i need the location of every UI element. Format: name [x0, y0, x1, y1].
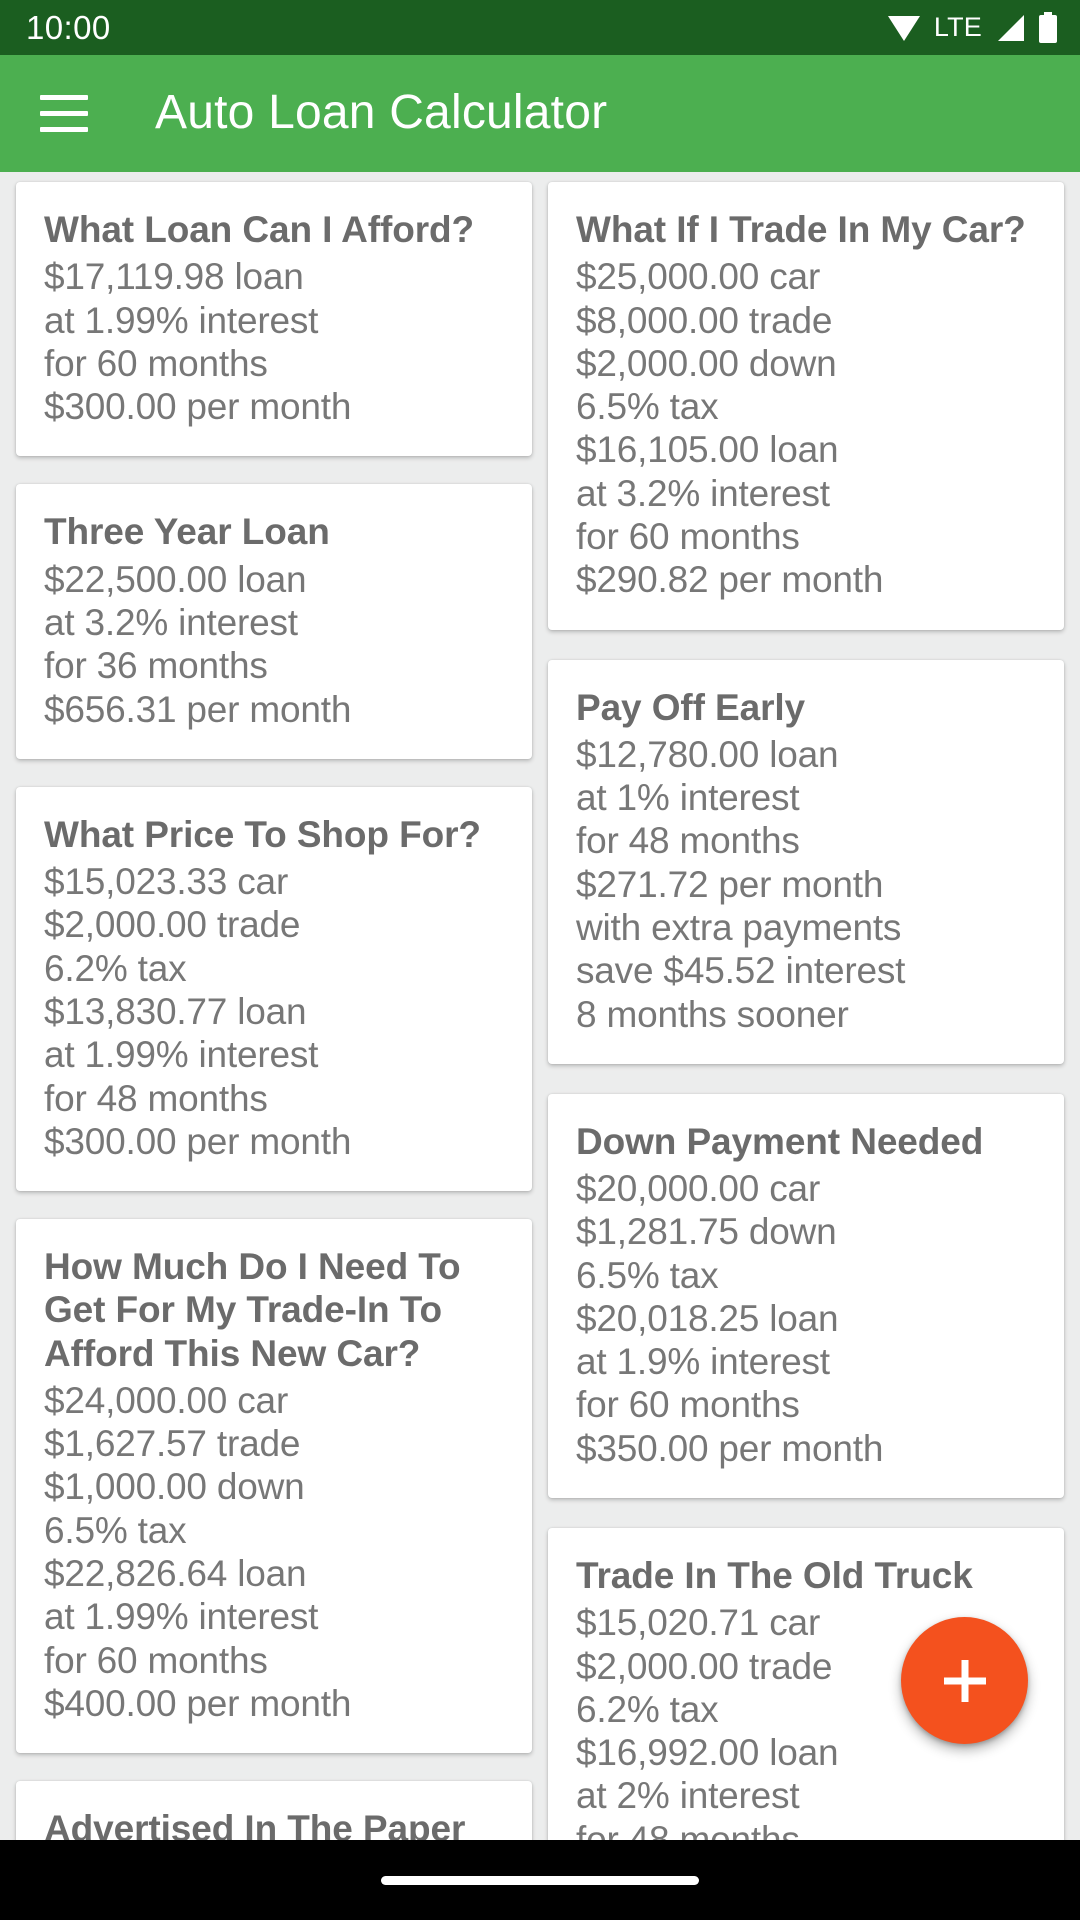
loan-card-line: $350.00 per month	[576, 1427, 884, 1469]
loan-card-title: How Much Do I Need To Get For My Trade-I…	[44, 1246, 461, 1374]
menu-bar-2	[40, 111, 88, 116]
loan-card-line: $1,000.00 down	[44, 1466, 305, 1508]
loan-card-line: $20,000.00 car	[576, 1168, 821, 1210]
loan-card-line: for 60 months	[576, 1384, 800, 1426]
wifi-icon	[886, 13, 922, 43]
loan-card-title: What Loan Can I Afford?	[44, 209, 474, 250]
hamburger-menu-icon[interactable]	[40, 83, 102, 145]
loan-card-title: Three Year Loan	[44, 511, 330, 553]
loan-card-title: Down Payment Needed	[576, 1120, 984, 1162]
loan-card-line: at 3.2% interest	[576, 472, 830, 514]
status-clock: 10:00	[26, 9, 111, 46]
loan-card-line: 6.5% tax	[44, 1509, 187, 1551]
loan-card-line: $1,281.75 down	[576, 1211, 837, 1253]
loan-card-title: Trade In The Old Truck	[576, 1555, 973, 1597]
loan-card[interactable]: Down Payment Needed $20,000.00 car $1,281.…	[548, 1093, 1064, 1499]
loan-card-line: $22,500.00 loan	[44, 558, 307, 600]
loan-card-line: save $45.52 interest	[576, 950, 906, 992]
loan-card-line: with extra payments	[576, 906, 902, 948]
loan-card-line: $1,627.57 trade	[44, 1423, 301, 1465]
loan-card-line: 6.5% tax	[576, 386, 719, 428]
loan-card-line: for 60 months	[44, 1639, 268, 1681]
loan-card-line: at 1.99% interest	[44, 1034, 319, 1076]
add-loan-fab[interactable]	[901, 1617, 1028, 1744]
loan-card-line: $13,830.77 loan	[44, 990, 307, 1032]
loan-card-line: $400.00 per month	[44, 1682, 352, 1724]
menu-bar-3	[40, 127, 88, 132]
loan-card[interactable]: What If I Trade In My Car? $25,000.00 car…	[548, 182, 1064, 630]
loan-card-line: for 48 months	[44, 1077, 268, 1119]
battery-icon	[1038, 11, 1058, 44]
loan-card-line: $290.82 per month	[576, 559, 884, 601]
loan-card-line: $24,000.00 car	[44, 1379, 289, 1421]
menu-bar-1	[40, 95, 88, 100]
loan-card-line: at 1.99% interest	[44, 1596, 319, 1638]
loan-card-line: $271.72 per month	[576, 863, 884, 905]
card-column-left: What Loan Can I Afford? $17,119.98 loan at…	[0, 172, 540, 1920]
loan-card-line: $2,000.00 down	[576, 342, 837, 384]
app-root: 10:00 LTE Auto Loan Calculator What Loan…	[0, 0, 1080, 1920]
loan-card[interactable]: Pay Off Early $12,780.00 loan at 1% intere…	[548, 659, 1064, 1064]
loan-card-line: $16,105.00 loan	[576, 429, 839, 471]
loan-card[interactable]: What Loan Can I Afford? $17,119.98 loan at…	[16, 182, 532, 457]
loan-card-title: What If I Trade In My Car?	[576, 209, 1026, 250]
loan-card-line: at 3.2% interest	[44, 601, 298, 643]
loan-card[interactable]: How Much Do I Need To Get For My Trade-I…	[16, 1219, 532, 1754]
loan-card-line: $656.31 per month	[44, 688, 352, 730]
loan-card-line: $8,000.00 trade	[576, 299, 833, 341]
loan-card-title: What Price To Shop For?	[44, 813, 481, 855]
loan-card-line: for 60 months	[576, 515, 800, 557]
network-type-label: LTE	[933, 12, 982, 42]
loan-card-line: $22,826.64 loan	[44, 1553, 307, 1595]
loan-card-line: $12,780.00 loan	[576, 733, 839, 775]
loan-card-line: 6.5% tax	[576, 1254, 719, 1296]
loan-card-line: $300.00 per month	[44, 1120, 352, 1162]
loan-card[interactable]: Three Year Loan $22,500.00 loan at 3.2% in…	[16, 484, 532, 759]
loan-card-line: for 60 months	[44, 342, 268, 384]
loan-card[interactable]: What Price To Shop For? $15,023.33 car $2,…	[16, 786, 532, 1192]
plus-icon	[938, 1654, 992, 1708]
loan-card-title: Pay Off Early	[576, 686, 806, 728]
loan-card-line: 6.2% tax	[44, 947, 187, 989]
system-navigation-bar	[0, 1840, 1080, 1920]
loan-card-line: for 36 months	[44, 645, 268, 687]
page-title: Auto Loan Calculator	[155, 86, 608, 140]
status-icon-group: LTE	[886, 11, 1058, 44]
loan-card-line: for 48 months	[576, 820, 800, 862]
loan-card-line: $17,119.98 loan	[44, 256, 304, 298]
loan-card-line: $300.00 per month	[44, 386, 352, 428]
loan-card-line: $2,000.00 trade	[44, 904, 301, 946]
loan-card-line: at 1.9% interest	[576, 1341, 830, 1383]
loan-card-line: at 1.99% interest	[44, 299, 319, 341]
status-bar: 10:00 LTE	[0, 0, 1080, 55]
loan-card-line: 8 months sooner	[576, 993, 849, 1035]
loan-card-line: $25,000.00 car	[576, 256, 821, 298]
app-bar: Auto Loan Calculator	[0, 55, 1080, 172]
loan-card-line: at 1% interest	[576, 777, 800, 819]
loan-card-line: $15,023.33 car	[44, 861, 289, 903]
loan-card-line: $20,018.25 loan	[576, 1297, 839, 1339]
loan-card-line: at 2% interest	[576, 1775, 800, 1817]
signal-icon	[994, 13, 1026, 43]
home-gesture-pill[interactable]	[381, 1875, 699, 1885]
